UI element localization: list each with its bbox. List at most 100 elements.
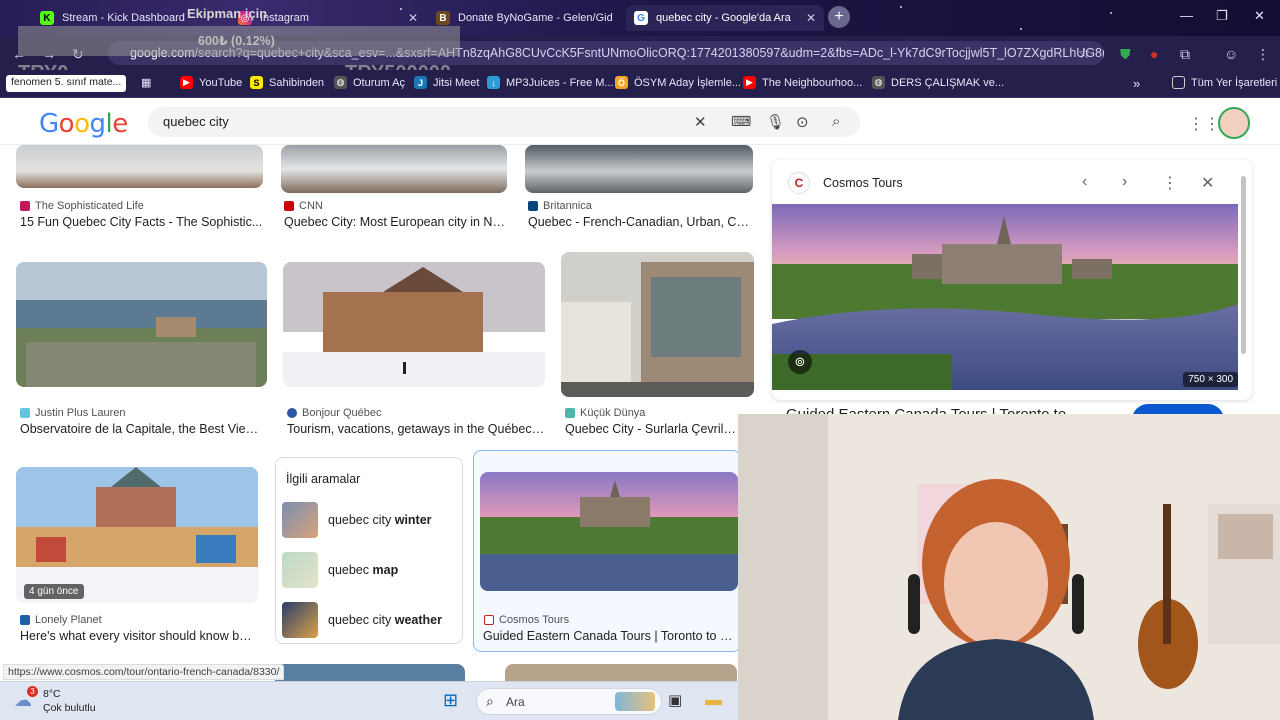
task-view-icon[interactable]: ▣ [668,691,682,709]
clear-search-icon[interactable]: ✕ [694,113,707,131]
bookmark-star-icon[interactable]: ☆ [1078,45,1091,62]
result-image-graphic [16,262,267,387]
minimize-icon[interactable]: — [1180,8,1193,23]
shield-extension-icon[interactable]: ⛊ [1120,46,1131,63]
result-caption[interactable]: Quebec - French-Canadian, Urban, Cul... [528,215,753,229]
close-window-icon[interactable]: ✕ [1254,8,1265,24]
search-input[interactable]: quebec city [163,114,229,129]
extensions-puzzle-icon[interactable]: ⧉ [1180,46,1190,63]
bookmark-label: The Neighbourhoo... [762,76,863,89]
selected-result-card[interactable]: Cosmos Tours Guided Eastern Canada Tours… [473,450,741,652]
source-name: CNN [299,200,323,212]
related-thumbnail [282,552,318,588]
age-badge: 4 gün önce [24,584,84,599]
source-name: Britannica [543,200,592,212]
source-name: Cosmos Tours [499,614,570,626]
site-favicon-icon [287,408,297,418]
bookmark-ders-calismak[interactable]: ◍ DERS ÇALIŞMAK ve... [872,76,1004,89]
overlay-title: Ekipman için [187,6,268,21]
menu-kebab-icon[interactable]: ⋮ [1256,46,1270,63]
related-search-item[interactable]: quebec city winter [282,502,458,538]
result-image[interactable] [283,262,545,387]
result-image[interactable] [16,145,263,188]
result-image[interactable] [525,145,753,193]
status-bar-url: https://www.cosmos.com/tour/ontario-fren… [3,664,285,680]
site-favicon-icon [20,201,30,211]
google-logo[interactable]: Google [39,109,128,139]
result-image[interactable] [480,472,738,591]
globe-icon: ◍ [334,76,347,89]
bookmark-fenomen[interactable]: fenomen 5. sınıf mate... [6,75,127,92]
search-box[interactable]: quebec city ✕ ⌨ 🎙 ⊙ ⌕ [148,107,860,137]
file-explorer-icon[interactable]: ▬ [705,690,722,710]
result-caption[interactable]: 15 Fun Quebec City Facts - The Sophistic… [20,215,263,229]
bookmark-sahibinden[interactable]: S Sahibinden [250,76,324,89]
result-caption[interactable]: Quebec City: Most European city in No... [284,215,507,229]
result-caption[interactable]: Observatoire de la Capitale, the Best Vi… [20,422,267,436]
bookmark-jitsi[interactable]: J Jitsi Meet [414,76,479,89]
previous-icon[interactable]: ‹ [1082,173,1087,191]
panel-scrollbar[interactable] [1241,176,1246,354]
result-image[interactable] [505,664,737,681]
google-lens-icon[interactable]: ⊚ [788,350,812,374]
all-bookmarks-folder[interactable]: Tüm Yer İşaretleri [1172,76,1277,89]
result-caption[interactable]: Here's what every visitor should know be… [20,629,258,643]
keyboard-icon[interactable]: ⌨ [731,113,751,130]
result-caption[interactable]: Tourism, vacations, getaways in the Québ… [287,422,545,436]
preview-site-name[interactable]: Cosmos Tours [823,176,903,190]
bookmark-oturum-ac[interactable]: ◍ Oturum Aç [334,76,405,89]
related-search-label: quebec city weather [328,613,442,627]
windows-start-icon[interactable]: ⊞ [443,690,458,711]
windows-taskbar: ☁ 3 8°C Çok bulutlu ⊞ ⌕ Ara ▣ ▬ [0,681,738,720]
sahibinden-icon: S [250,76,263,89]
youtube-icon: ▶ [743,76,756,89]
bookmark-label: Jitsi Meet [433,76,480,89]
next-icon[interactable]: › [1122,173,1127,191]
close-tab-icon[interactable]: ✕ [408,11,418,25]
result-image[interactable] [561,252,754,397]
bookmark-youtube[interactable]: ▶ YouTube [180,76,242,89]
weather-temperature[interactable]: 8°C [43,688,61,700]
site-favicon-icon [284,201,294,211]
related-search-item[interactable]: quebec map [282,552,458,588]
taskbar-search[interactable]: ⌕ Ara [476,688,662,715]
preview-image[interactable]: ⊚ 750 × 300 [772,204,1238,390]
tab-title: quebec city - Google'da Ara [656,12,791,24]
more-options-icon[interactable]: ⋮ [1162,173,1178,193]
user-avatar[interactable] [1218,107,1250,139]
osym-icon: Ö [615,76,628,89]
apps-grid-icon[interactable]: ▦ [141,76,151,89]
result-caption[interactable]: Guided Eastern Canada Tours | Toronto to… [483,629,739,643]
profile-avatar-icon[interactable]: ☺ [1224,46,1238,62]
bookmark-label: YouTube [199,76,243,89]
site-favicon-icon [528,201,538,211]
result-image[interactable] [16,467,258,603]
bookmark-osym[interactable]: Ö ÖSYM Aday İşlemle... [615,76,741,89]
site-favicon-icon [20,615,30,625]
weather-notification-badge: 3 [27,686,38,697]
tab-google-search[interactable]: G quebec city - Google'da Ara ✕ [626,5,824,31]
bookmark-mp3juices[interactable]: ↓ MP3Juices - Free M... [487,76,614,89]
microphone-icon[interactable]: 🎙 [766,113,785,131]
bookmark-label: MP3Juices - Free M... [506,76,614,89]
result-image[interactable] [275,664,465,681]
lens-camera-icon[interactable]: ⊙ [796,113,809,131]
source-name: Küçük Dünya [580,407,646,419]
bookmark-neighbourhood[interactable]: ▶ The Neighbourhoo... [743,76,862,89]
related-search-item[interactable]: quebec city weather [282,602,458,638]
close-panel-icon[interactable]: ✕ [1201,173,1214,193]
more-bookmarks-icon[interactable]: » [1133,76,1140,91]
mp3juices-icon: ↓ [487,76,500,89]
result-image[interactable] [16,262,267,387]
restore-icon[interactable]: ❐ [1216,8,1228,24]
result-caption[interactable]: Quebec City - Surlarla Çevrili Şe [565,422,738,436]
result-image[interactable] [281,145,507,193]
weather-description[interactable]: Çok bulutlu [43,702,96,714]
webcam-feed [738,414,1280,720]
result-image-graphic [561,252,754,397]
extension-icon[interactable]: ● [1150,46,1158,62]
search-icon[interactable]: ⌕ [832,113,840,130]
new-tab-button[interactable]: + [828,6,850,28]
close-tab-icon[interactable]: ✕ [806,11,816,25]
kick-icon: K [40,11,54,25]
